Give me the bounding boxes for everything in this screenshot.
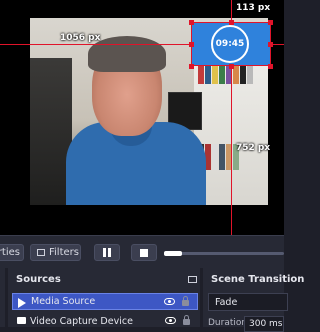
visibility-eye-icon[interactable]	[164, 298, 175, 305]
properties-label: rties	[0, 247, 20, 258]
camera-icon	[17, 317, 26, 324]
distance-label-left: 1056 px	[60, 33, 101, 43]
resize-handle-left[interactable]	[189, 42, 194, 47]
scenes-dock-edge	[0, 268, 5, 327]
play-icon	[18, 298, 26, 308]
duration-input[interactable]: 300 ms	[244, 316, 284, 332]
filters-button[interactable]: Filters	[30, 244, 81, 261]
scene-transitions-title: Scene Transition	[211, 274, 305, 285]
preview-controls-bar: rties Filters	[0, 235, 284, 268]
pause-button[interactable]	[94, 244, 120, 261]
preview-canvas[interactable]: 09:45 113 px 1056 px 752 px	[0, 0, 284, 235]
properties-button[interactable]: rties	[0, 244, 24, 261]
transition-type-select[interactable]: Fade	[208, 293, 288, 311]
resize-handle-top-right[interactable]	[268, 20, 273, 25]
stop-icon	[140, 248, 148, 257]
filter-icon	[37, 249, 45, 256]
source-item-label: Media Source	[31, 296, 96, 307]
dock-float-icon[interactable]	[188, 276, 197, 283]
source-item-media-source[interactable]: Media Source	[12, 293, 198, 310]
resize-handle-right[interactable]	[268, 42, 273, 47]
resize-handle-bottom-right[interactable]	[268, 64, 273, 69]
sources-title: Sources	[16, 274, 61, 285]
media-seek-progress[interactable]	[164, 251, 182, 256]
stop-button[interactable]	[131, 244, 157, 261]
filters-label: Filters	[49, 247, 79, 258]
visibility-eye-icon[interactable]	[165, 317, 176, 324]
clock-time: 09:45	[215, 39, 245, 49]
pause-icon	[103, 248, 111, 257]
resize-handle-bottom[interactable]	[229, 64, 234, 69]
clock-icon: 09:45	[211, 25, 249, 63]
distance-label-bottom: 752 px	[236, 143, 271, 153]
resize-handle-top-left[interactable]	[189, 20, 194, 25]
lock-icon[interactable]	[182, 296, 189, 306]
distance-label-top: 113 px	[236, 3, 271, 13]
resize-handle-bottom-left[interactable]	[189, 64, 194, 69]
source-item-video-capture-device[interactable]: Video Capture Device	[12, 313, 198, 330]
media-seek-bar[interactable]	[164, 252, 284, 255]
source-item-label: Video Capture Device	[30, 316, 133, 327]
lock-icon[interactable]	[183, 315, 190, 325]
